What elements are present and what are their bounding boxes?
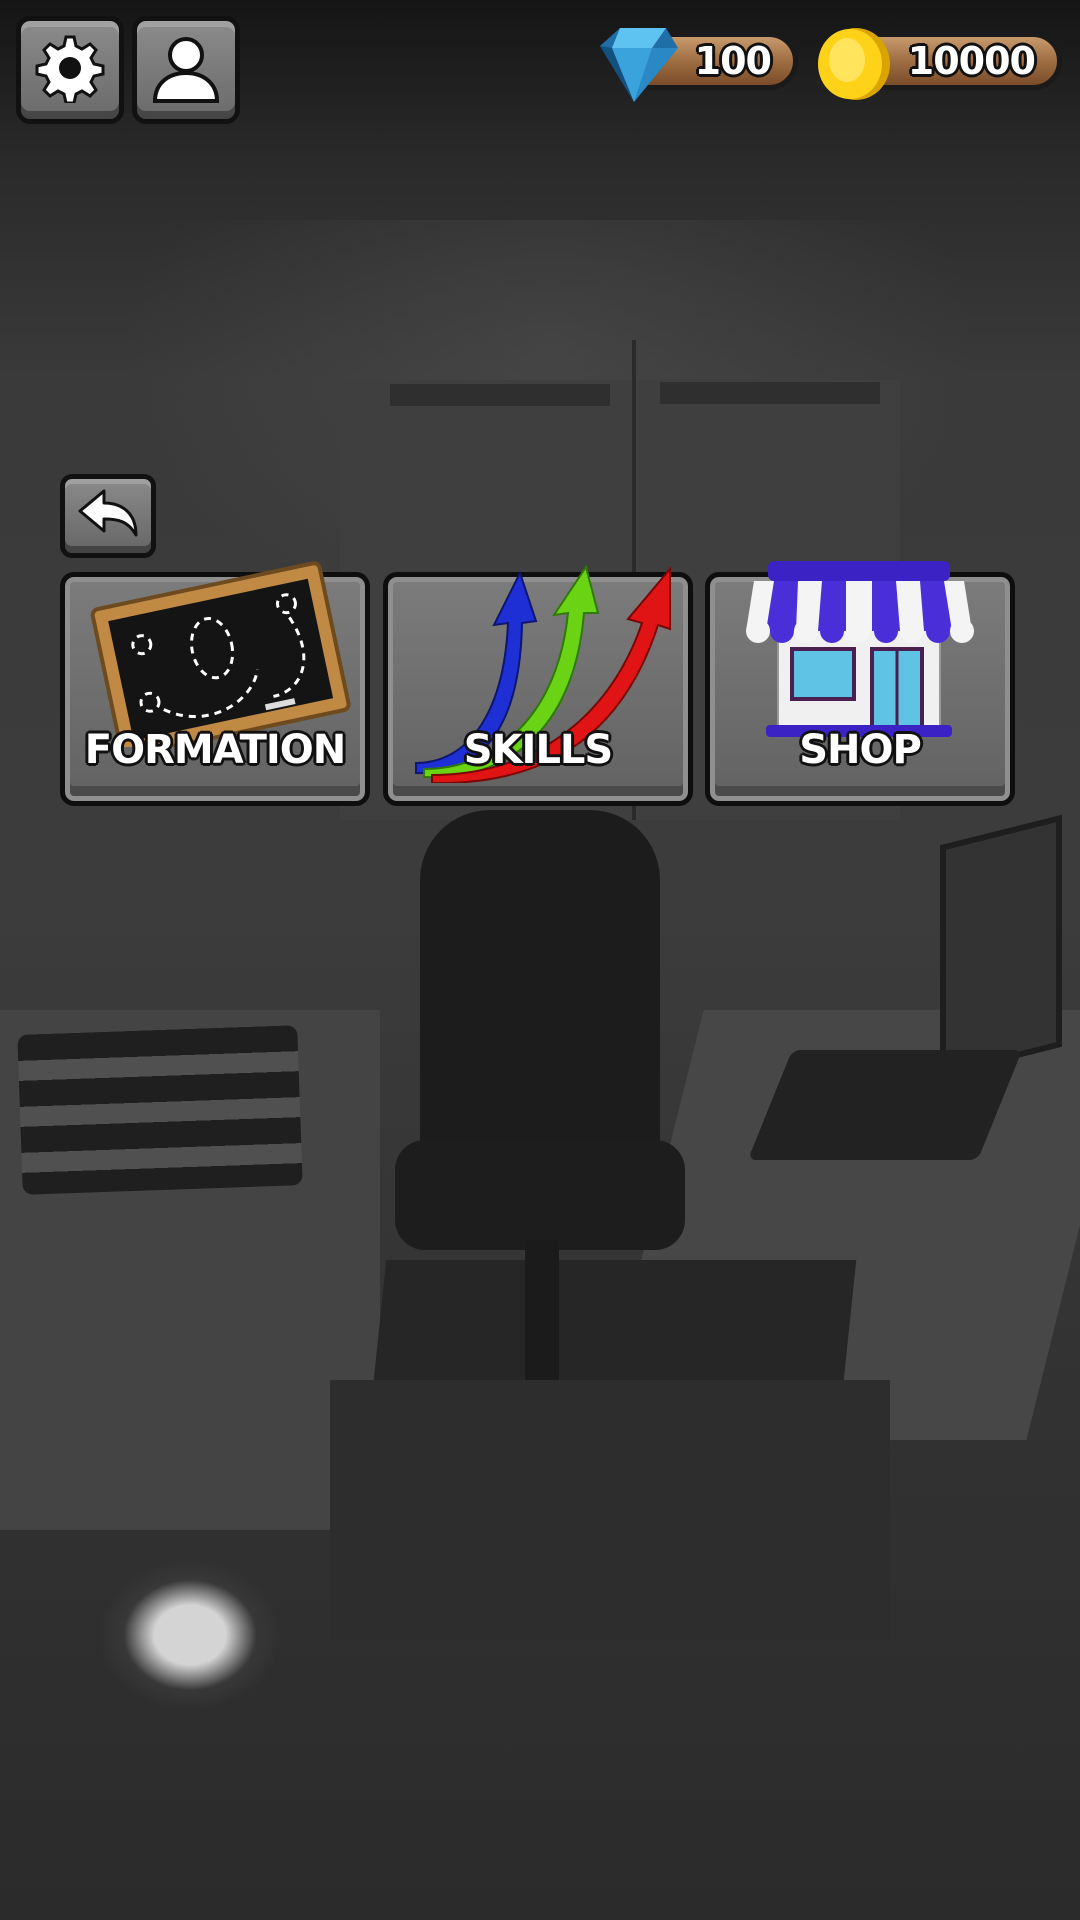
settings-button[interactable] — [16, 16, 124, 124]
user-icon — [149, 31, 223, 109]
diamond-icon — [592, 22, 680, 110]
gems-value: 100 — [694, 39, 772, 83]
room-background — [0, 0, 1080, 1920]
gear-icon — [35, 33, 105, 107]
storefront-icon — [744, 561, 974, 745]
shop-button[interactable]: SHOP — [705, 561, 1015, 806]
gold-coin-icon — [816, 26, 892, 106]
skills-label: SKILLS — [463, 727, 613, 773]
skills-button[interactable]: SKILLS — [383, 564, 693, 806]
back-arrow-icon — [76, 489, 140, 543]
formation-button[interactable]: FORMATION — [60, 561, 370, 806]
shop-label: SHOP — [799, 727, 922, 773]
coins-value: 10000 — [907, 39, 1036, 83]
back-button[interactable] — [60, 474, 156, 558]
profile-button[interactable] — [132, 16, 240, 124]
formation-label: FORMATION — [84, 727, 346, 773]
chalkboard-icon — [83, 557, 353, 758]
